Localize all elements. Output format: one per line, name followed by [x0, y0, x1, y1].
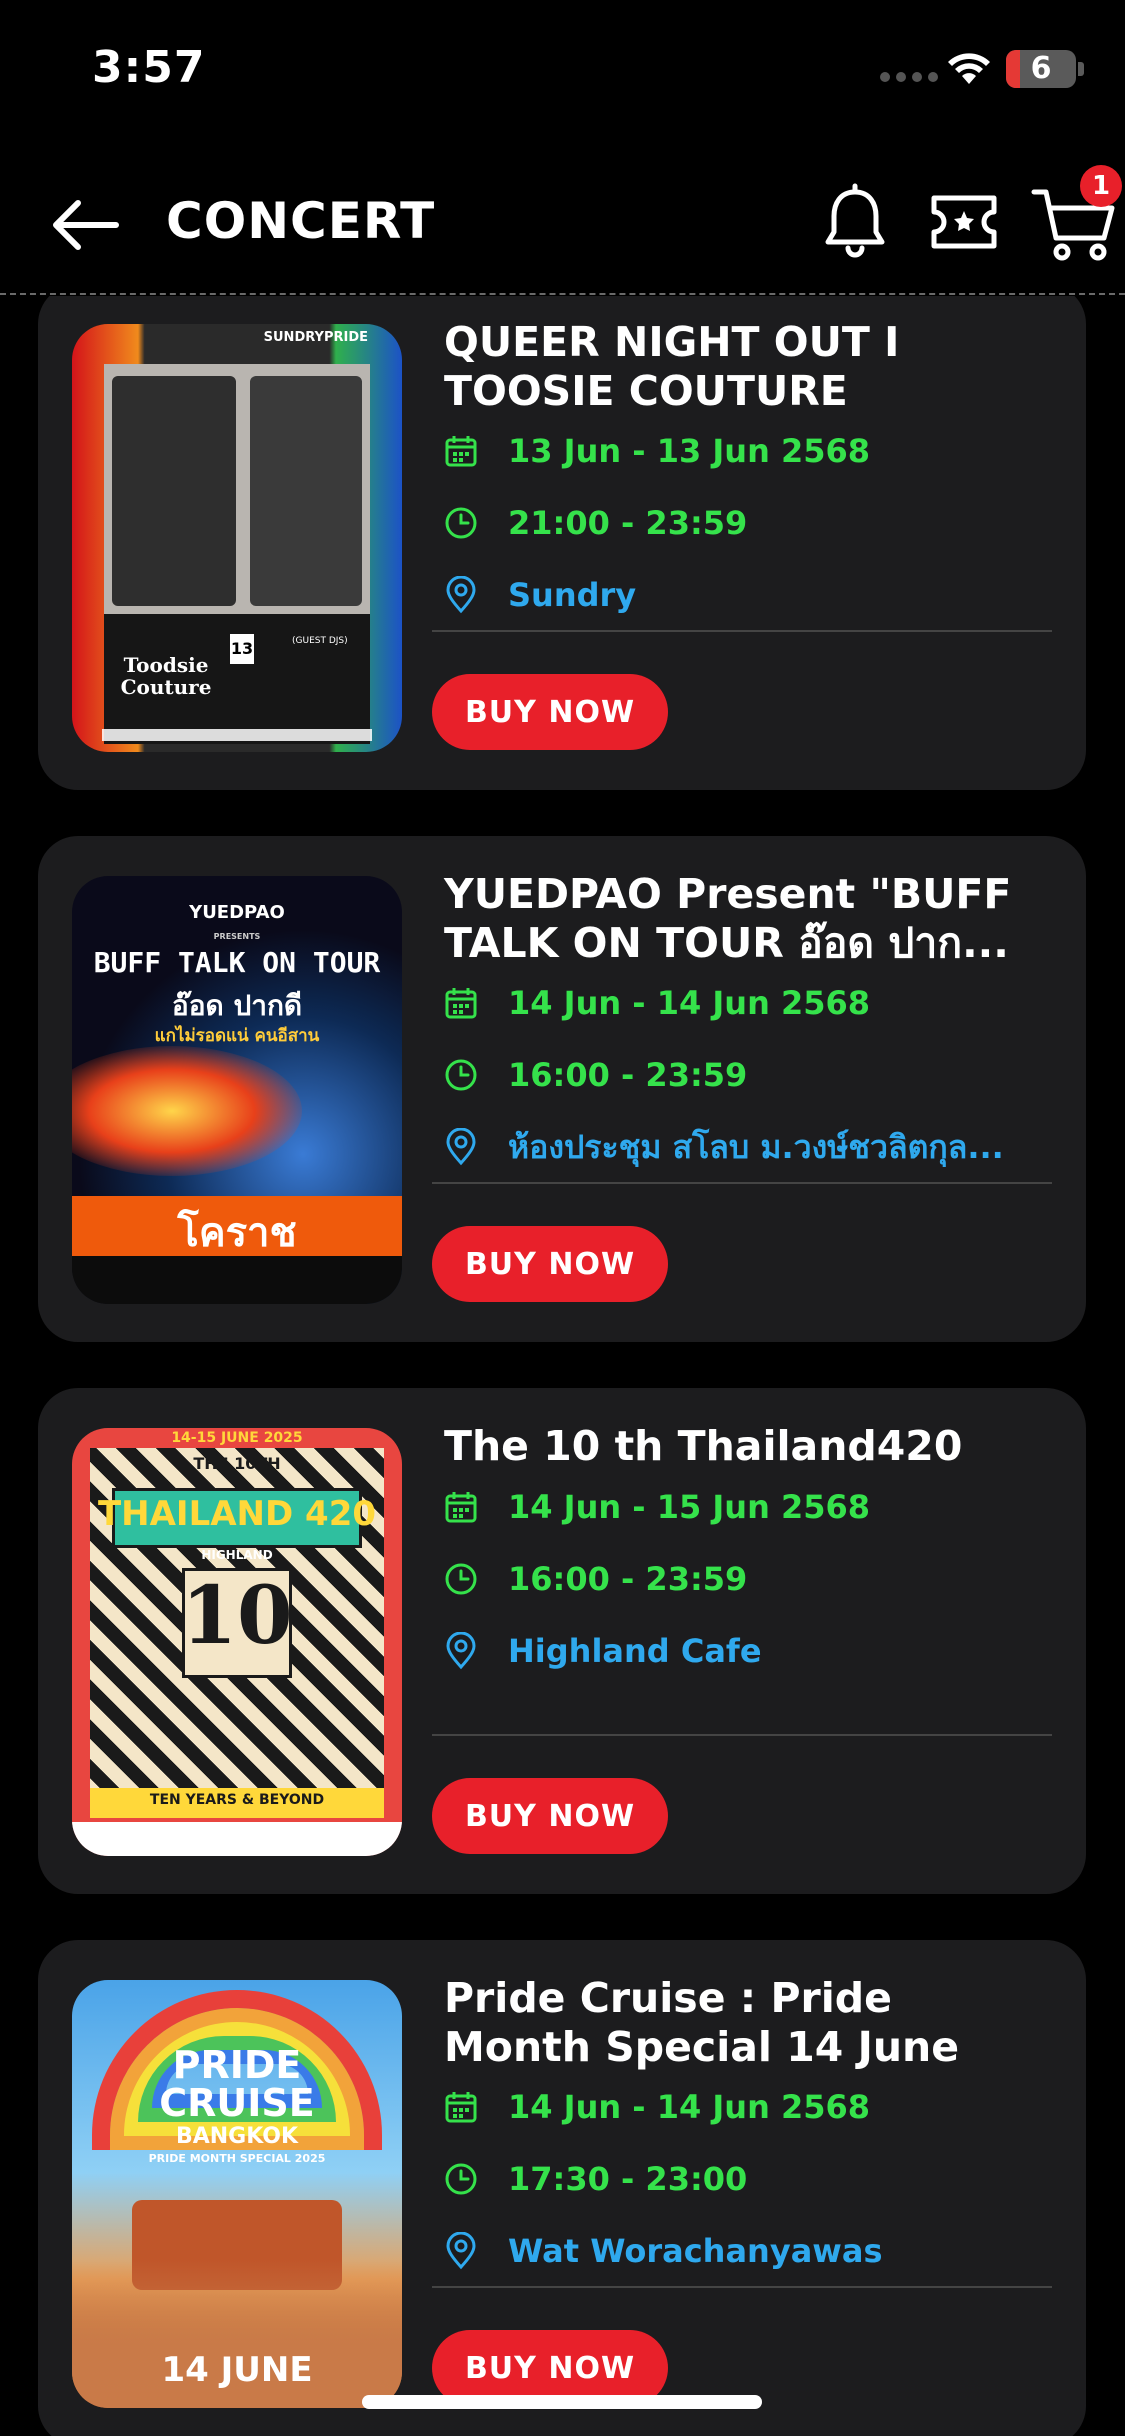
divider — [432, 1734, 1052, 1736]
divider — [432, 2286, 1052, 2288]
calendar-icon — [445, 988, 477, 1019]
event-time: 16:00 - 23:59 — [508, 1056, 748, 1094]
event-title: The 10 th Thailand420 — [444, 1422, 963, 1470]
clock-icon — [445, 1563, 477, 1595]
event-date: 13 Jun - 13 Jun 2568 — [508, 432, 871, 470]
event-date: 14 Jun - 14 Jun 2568 — [508, 2088, 871, 2126]
location-pin-icon — [446, 1632, 476, 1670]
event-time: 21:00 - 23:59 — [508, 504, 748, 542]
event-poster[interactable]: SUNDRYPRIDE Toodsie Couture 13 (GUEST DJ… — [72, 324, 402, 752]
event-date-row: 13 Jun - 13 Jun 2568 — [444, 426, 1084, 476]
event-date-row: 14 Jun - 14 Jun 2568 — [444, 978, 1084, 1028]
poster-text: PRIDE MONTH SPECIAL 2025 — [148, 2152, 326, 2165]
poster-text: 10 — [181, 1568, 293, 1662]
event-venue: Sundry — [508, 576, 637, 614]
notification-bell-icon[interactable] — [820, 182, 890, 262]
buy-now-button[interactable]: BUY NOW — [432, 674, 668, 750]
event-time-row: 16:00 - 23:59 — [444, 1050, 1084, 1100]
buy-now-button[interactable]: BUY NOW — [432, 1226, 668, 1302]
event-poster[interactable]: PRIDE CRUISE BANGKOK PRIDE MONTH SPECIAL… — [72, 1980, 402, 2408]
cart-count-badge: 1 — [1080, 165, 1122, 207]
location-pin-icon — [446, 1128, 476, 1166]
event-title: QUEER NIGHT OUT I TOOSIE COUTURE — [444, 318, 900, 415]
poster-text: SUNDRYPRIDE — [263, 330, 368, 345]
back-arrow-icon[interactable] — [44, 190, 124, 260]
event-time: 17:30 - 23:00 — [508, 2160, 748, 2198]
poster-text: CRUISE — [159, 2081, 315, 2125]
location-pin-icon — [446, 576, 476, 614]
poster-text: THE 10TH — [193, 1454, 281, 1473]
event-date-row: 14 Jun - 14 Jun 2568 — [444, 2082, 1084, 2132]
wifi-icon — [948, 53, 990, 84]
poster-text: BANGKOK — [175, 2124, 299, 2149]
calendar-icon — [445, 2092, 477, 2123]
poster-text: 13 — [230, 634, 254, 664]
poster-text: TEN YEARS & BEYOND — [149, 1792, 325, 1808]
event-card[interactable]: 14-15 JUNE 2025 THE 10TH THAILAND 420 HI… — [38, 1388, 1086, 1894]
event-venue-row: Sundry — [444, 570, 1084, 620]
event-poster[interactable]: YUEDPAO PRESENTS BUFF TALK ON TOUR อ๊อด … — [72, 876, 402, 1304]
divider — [432, 630, 1052, 632]
event-time-row: 17:30 - 23:00 — [444, 2154, 1084, 2204]
event-venue-row: Wat Worachanyawas — [444, 2226, 1084, 2276]
clock-icon — [445, 2163, 477, 2195]
clock-icon — [445, 1059, 477, 1091]
divider — [432, 1182, 1052, 1184]
event-poster[interactable]: 14-15 JUNE 2025 THE 10TH THAILAND 420 HI… — [72, 1428, 402, 1856]
clock-icon — [445, 507, 477, 539]
event-card[interactable]: YUEDPAO PRESENTS BUFF TALK ON TOUR อ๊อด … — [38, 836, 1086, 1342]
poster-text: THAILAND 420 — [97, 1494, 377, 1534]
event-time: 16:00 - 23:59 — [508, 1560, 748, 1598]
event-venue: Wat Worachanyawas — [508, 2232, 883, 2270]
event-venue: Highland Cafe — [508, 1632, 762, 1670]
poster-text: (GUEST DJS) — [292, 636, 348, 646]
poster-text: โคราช — [177, 1210, 297, 1256]
nav-bar: CONCERT — [0, 160, 1125, 295]
battery-icon: 6 — [1006, 50, 1076, 88]
page-title: CONCERT — [166, 192, 436, 250]
event-title: YUEDPAO Present "BUFF TALK ON TOUR อ๊อด … — [444, 870, 1012, 967]
location-pin-icon — [446, 2232, 476, 2270]
calendar-icon — [445, 1492, 477, 1523]
buy-now-button[interactable]: BUY NOW — [432, 1778, 668, 1854]
cellular-signal-icon — [880, 72, 938, 82]
event-card[interactable]: SUNDRYPRIDE Toodsie Couture 13 (GUEST DJ… — [38, 296, 1086, 790]
poster-text: YUEDPAO — [189, 902, 285, 923]
status-bar: 3:57 6 — [0, 0, 1125, 140]
ticket-icon[interactable] — [926, 184, 1002, 260]
event-card[interactable]: PRIDE CRUISE BANGKOK PRIDE MONTH SPECIAL… — [38, 1940, 1086, 2436]
poster-text: PRESENTS — [213, 932, 261, 941]
event-list[interactable]: SUNDRYPRIDE Toodsie Couture 13 (GUEST DJ… — [0, 296, 1125, 2436]
event-date-row: 14 Jun - 15 Jun 2568 — [444, 1482, 1084, 1532]
poster-text: HIGHLAND — [201, 1548, 273, 1562]
poster-text: 14-15 JUNE 2025 — [171, 1430, 303, 1446]
calendar-icon — [445, 436, 477, 467]
poster-text: PRIDE — [172, 2043, 302, 2087]
event-venue: ห้องประชุม สโลบ ม.วงษ์ชวลิตกุล... — [508, 1127, 1004, 1166]
event-venue-row: ห้องประชุม สโลบ ม.วงษ์ชวลิตกุล... — [444, 1122, 1084, 1172]
poster-text: 14 JUNE — [161, 2350, 313, 2390]
event-title: Pride Cruise : Pride Month Special 14 Ju… — [444, 1974, 960, 2071]
poster-text: แกไม่รอดแน่ คนอีสาน — [154, 1026, 320, 1046]
event-time-row: 16:00 - 23:59 — [444, 1554, 1084, 1604]
event-venue-row: Highland Cafe — [444, 1626, 1084, 1676]
status-time: 3:57 — [92, 42, 206, 93]
poster-text: BUFF TALK ON TOUR — [93, 946, 381, 979]
battery-level: 6 — [1030, 51, 1052, 86]
event-date: 14 Jun - 14 Jun 2568 — [508, 984, 871, 1022]
event-time-row: 21:00 - 23:59 — [444, 498, 1084, 548]
home-indicator[interactable] — [362, 2395, 762, 2409]
event-date: 14 Jun - 15 Jun 2568 — [508, 1488, 871, 1526]
poster-text: Toodsie Couture — [120, 653, 212, 699]
